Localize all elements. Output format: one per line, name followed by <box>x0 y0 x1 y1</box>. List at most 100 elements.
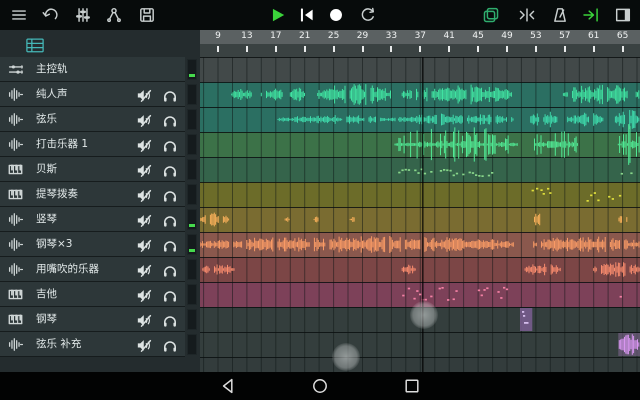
solo-button[interactable] <box>162 87 178 103</box>
piano-icon <box>8 312 23 327</box>
level-meter <box>187 159 197 180</box>
ruler-tick <box>333 46 335 52</box>
track-row[interactable]: 用嘴吹的乐器 <box>0 257 185 282</box>
solo-button[interactable] <box>162 312 178 328</box>
ruler-tick <box>535 46 537 52</box>
waveform-icon <box>8 112 23 127</box>
piano-icon <box>8 162 23 177</box>
level-meter <box>187 184 197 205</box>
ruler-tick <box>419 46 421 52</box>
home-button[interactable] <box>310 376 330 396</box>
piano-icon <box>8 287 23 302</box>
track-row[interactable]: 提琴拨奏 <box>0 182 185 207</box>
solo-button[interactable] <box>162 137 178 153</box>
level-meter <box>187 234 197 255</box>
mute-button[interactable] <box>136 162 152 178</box>
ruler-bar-label: 41 <box>440 31 458 41</box>
mute-button[interactable] <box>136 212 152 228</box>
follow-playhead-icon[interactable] <box>582 6 600 24</box>
track-row[interactable]: 打击乐器 1 <box>0 132 185 157</box>
metronome-icon[interactable] <box>551 6 569 24</box>
solo-button[interactable] <box>162 187 178 203</box>
record-button[interactable] <box>327 6 345 24</box>
level-meter <box>187 84 197 105</box>
level-meter <box>187 209 197 230</box>
playlist-grid[interactable] <box>200 57 640 372</box>
ruler-bar-label: 45 <box>469 31 487 41</box>
mute-button[interactable] <box>136 112 152 128</box>
mixer-icon[interactable] <box>74 6 92 24</box>
audio-pattern-clip[interactable] <box>618 333 640 356</box>
ruler-tick <box>390 46 392 52</box>
mute-button[interactable] <box>136 337 152 353</box>
pattern-clip[interactable] <box>520 308 532 331</box>
solo-button[interactable] <box>162 212 178 228</box>
track-name: 打击乐器 1 <box>36 132 88 157</box>
waveform-icon <box>8 212 23 227</box>
track-row[interactable]: 贝斯 <box>0 157 185 182</box>
panel-toggle-icon[interactable] <box>614 6 632 24</box>
solo-button[interactable] <box>162 262 178 278</box>
track-row[interactable]: 竖琴 <box>0 207 185 232</box>
edit-tool-icon[interactable] <box>105 6 123 24</box>
mute-button[interactable] <box>136 137 152 153</box>
waveform-icon <box>8 237 23 252</box>
timeline-ruler[interactable]: 591317212529333741454953576165 <box>200 30 640 57</box>
track-row[interactable]: 吉他 <box>0 282 185 307</box>
ruler-bar-label: 25 <box>325 31 343 41</box>
solo-button[interactable] <box>162 287 178 303</box>
mute-button[interactable] <box>136 87 152 103</box>
ruler-bar-label: 33 <box>382 31 400 41</box>
snap-icon[interactable] <box>518 6 536 24</box>
ruler-bar-label: 61 <box>585 31 603 41</box>
play-button[interactable] <box>269 6 287 24</box>
track-row[interactable]: 弦乐 补充 <box>0 332 185 357</box>
back-button[interactable] <box>219 376 239 396</box>
track-name: 贝斯 <box>36 157 57 182</box>
app-screen: 主控轨纯人声弦乐打击乐器 1贝斯提琴拨奏竖琴钢琴×3用嘴吹的乐器吉他钢琴弦乐 补… <box>0 0 640 400</box>
track-row[interactable]: 主控轨 <box>0 57 185 82</box>
mute-button[interactable] <box>136 262 152 278</box>
track-row[interactable]: 钢琴 <box>0 307 185 332</box>
mute-button[interactable] <box>136 187 152 203</box>
ruler-tick <box>246 46 248 52</box>
mute-button[interactable] <box>136 237 152 253</box>
ruler-tick <box>477 46 479 52</box>
track-row[interactable]: 钢琴×3 <box>0 232 185 257</box>
track-row[interactable]: 纯人声 <box>0 82 185 107</box>
track-row[interactable]: 弦乐 <box>0 107 185 132</box>
meter-dot <box>192 74 195 77</box>
skip-to-start-button[interactable] <box>298 6 316 24</box>
copy-icon[interactable] <box>482 6 500 24</box>
ruler-tick <box>448 46 450 52</box>
track-name: 钢琴 <box>36 307 57 332</box>
level-meter <box>187 284 197 305</box>
save-icon[interactable] <box>138 6 156 24</box>
mute-button[interactable] <box>136 287 152 303</box>
recents-button[interactable] <box>402 376 422 396</box>
meter-dot <box>192 249 195 252</box>
ruler-bar-label: 17 <box>267 31 285 41</box>
solo-button[interactable] <box>162 337 178 353</box>
playlist-canvas[interactable] <box>200 57 640 372</box>
ruler-tick <box>564 46 566 52</box>
menu-icon[interactable] <box>10 6 28 24</box>
waveform-icon <box>8 262 23 277</box>
ruler-numbers: 591317212529333741454953576165 <box>200 30 640 44</box>
track-name: 吉他 <box>36 282 57 307</box>
undo-icon[interactable] <box>41 6 59 24</box>
level-meter <box>187 259 197 280</box>
piano-icon <box>8 187 23 202</box>
master-track-icon <box>8 62 23 77</box>
loop-button[interactable] <box>359 6 377 24</box>
solo-button[interactable] <box>162 237 178 253</box>
ruler-bar-label: 13 <box>238 31 256 41</box>
ruler-tick <box>217 46 219 52</box>
solo-button[interactable] <box>162 112 178 128</box>
mute-button[interactable] <box>136 312 152 328</box>
ruler-bar-label: 65 <box>614 31 632 41</box>
track-panel: 主控轨纯人声弦乐打击乐器 1贝斯提琴拨奏竖琴钢琴×3用嘴吹的乐器吉他钢琴弦乐 补… <box>0 30 200 372</box>
midi-clip[interactable] <box>620 296 622 298</box>
solo-button[interactable] <box>162 162 178 178</box>
playlist-view-icon[interactable] <box>24 36 46 54</box>
